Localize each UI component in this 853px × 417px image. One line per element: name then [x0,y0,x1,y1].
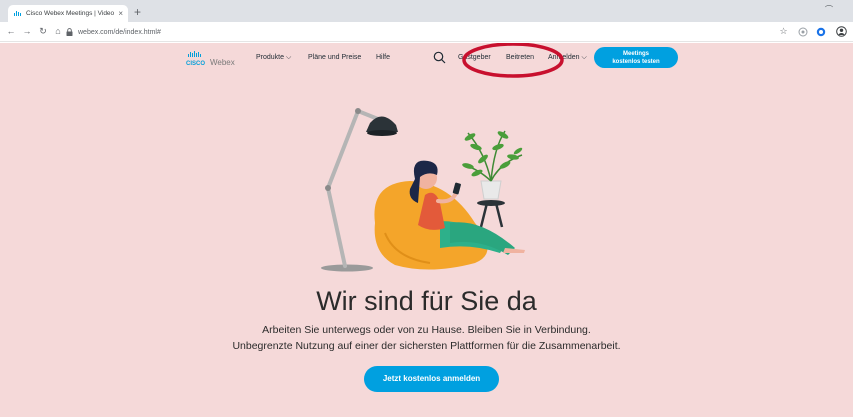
favicon-icon [13,9,22,18]
woman-on-beanbag-illustration [374,160,525,270]
cta-top-line1: Meetings [622,51,649,57]
browser-tab[interactable]: Cisco Webex Meetings | Videoc × [8,5,128,22]
forward-arrow-icon[interactable]: → [21,25,33,38]
webpage: CISCO Webex Produkte ⌵ Pläne und Preise … [0,43,853,417]
extension-icon[interactable] [797,26,808,37]
free-signup-button[interactable]: Jetzt kostenlos anmelden [364,366,499,392]
nav-produkte[interactable]: Produkte ⌵ [256,54,291,62]
back-arrow-icon[interactable]: ← [5,25,17,38]
logo-text-webex: Webex [210,58,235,67]
window-minimize-icon[interactable]: ⌒ [825,4,833,15]
browser-tab-strip: Cisco Webex Meetings | Videoc × + ⌒ [0,0,853,22]
new-tab-button[interactable]: + [134,5,141,19]
hero-title: Wir sind für Sie da [316,286,537,316]
logo-text-cisco: CISCO [186,61,205,67]
tab-title: Cisco Webex Meetings | Videoc [26,10,115,17]
cta-top-line2: kostenlos testen [612,59,660,65]
meetings-free-trial-button[interactable]: Meetings kostenlos testen [594,47,678,68]
star-icon[interactable]: ☆ [778,26,789,37]
red-annotation-circle [462,43,564,78]
hero-subtitle-line2: Unbegrenzte Nutzung auf einer der sicher… [232,340,621,352]
tab-close-icon[interactable]: × [118,9,123,18]
hero-subtitle-line1: Arbeiten Sie unterwegs oder von zu Hause… [262,324,591,336]
url-text: webex.com/de/index.html# [78,28,161,36]
address-bar[interactable]: webex.com/de/index.html# [62,25,762,39]
lock-icon [66,28,73,36]
reload-icon[interactable]: ↻ [37,25,49,38]
nav-hilfe[interactable]: Hilfe [376,54,390,61]
profile-icon[interactable] [836,26,847,37]
cisco-webex-logo[interactable]: CISCO Webex [186,50,241,70]
nav-plaene-und-preise[interactable]: Pläne und Preise [308,54,361,61]
potted-plant-illustration [462,130,523,228]
browser-toolbar: ← → ↻ ⌂ webex.com/de/index.html# ☆ [0,22,853,42]
search-icon[interactable] [433,51,446,64]
extension-icon[interactable] [815,26,826,37]
